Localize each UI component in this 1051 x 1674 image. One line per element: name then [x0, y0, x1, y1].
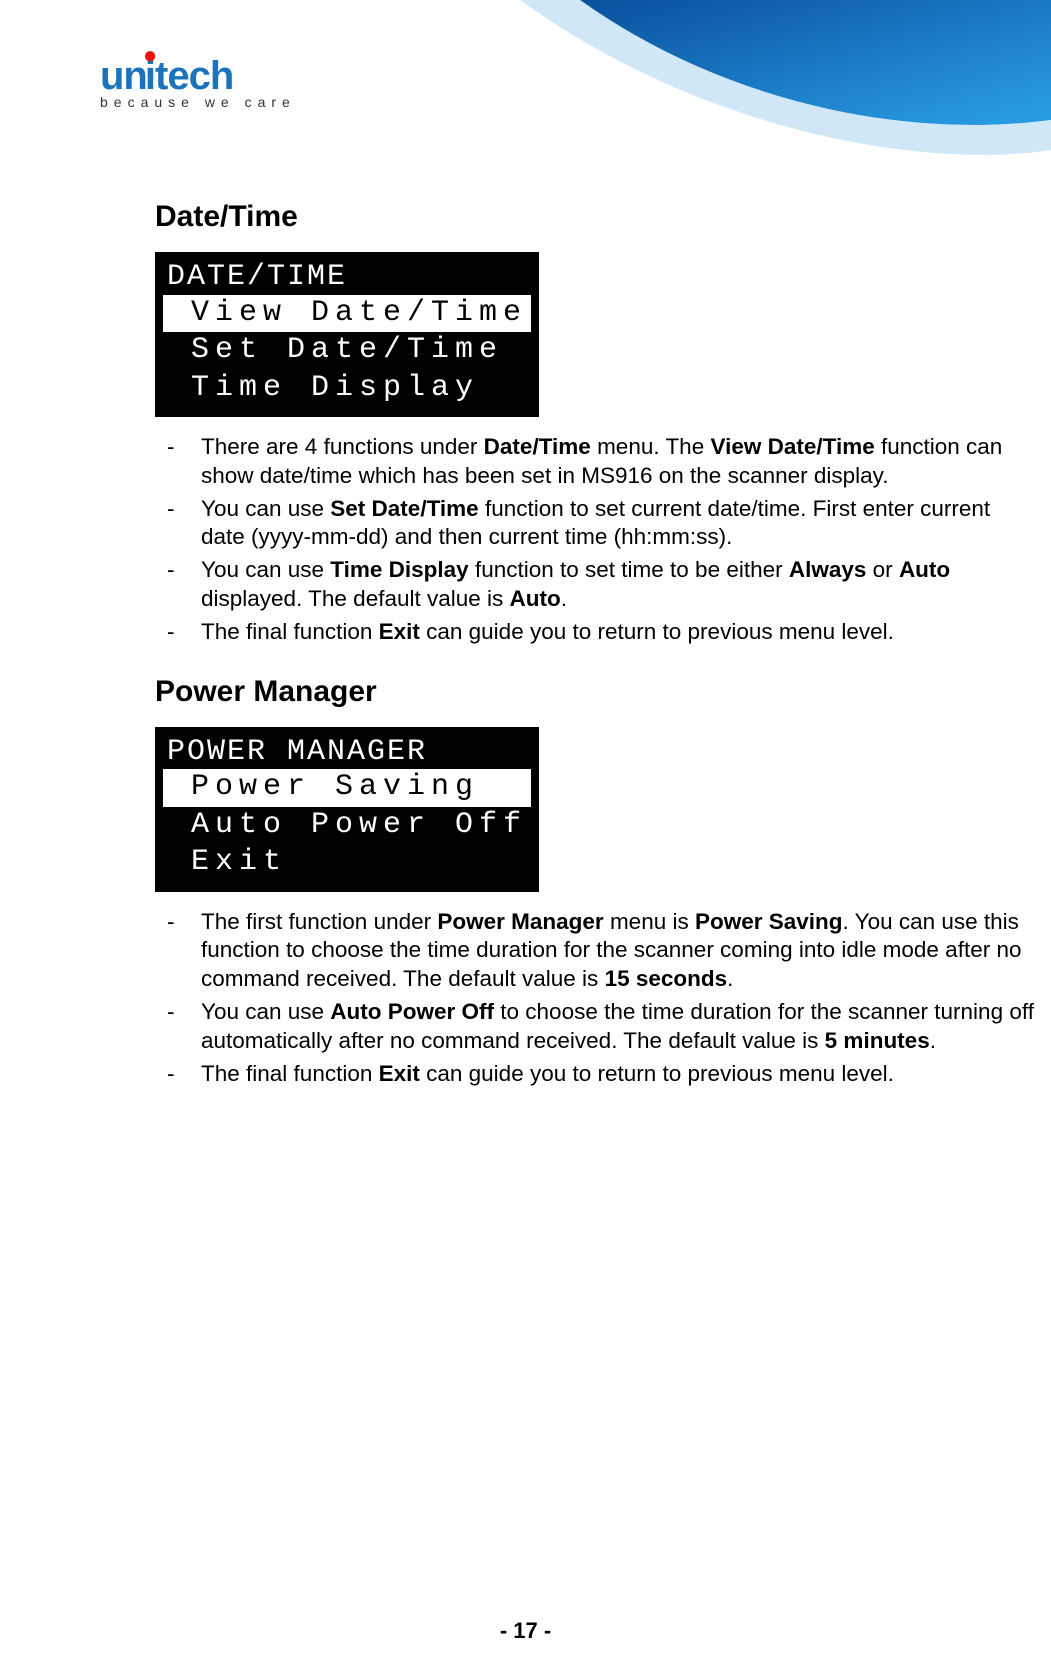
section-heading-power: Power Manager: [155, 675, 1035, 709]
bold-text: Set Date/Time: [330, 496, 478, 521]
body-text: You can use: [201, 557, 330, 582]
bold-text: Power Saving: [695, 909, 843, 934]
bold-text: 15 seconds: [605, 966, 728, 991]
list-item: The final function Exit can guide you to…: [155, 618, 1035, 647]
list-item: There are 4 functions under Date/Time me…: [155, 433, 1035, 491]
lcd-row: Auto Power Off: [167, 807, 527, 845]
body-text: displayed. The default value is: [201, 586, 510, 611]
lcd-row: Set Date/Time: [167, 332, 527, 370]
bullet-list-power: The first function under Power Manager m…: [155, 908, 1035, 1089]
list-item: You can use Set Date/Time function to se…: [155, 495, 1035, 553]
bold-text: Exit: [379, 619, 420, 644]
logo-wordmark: un●itech: [100, 56, 296, 96]
bold-text: Exit: [379, 1061, 420, 1086]
page-number: - 17 -: [0, 1618, 1051, 1644]
logo: un●itech because we care: [100, 56, 296, 110]
lcd-title: DATE/TIME: [167, 260, 527, 295]
logo-tagline: because we care: [100, 94, 296, 110]
list-item: You can use Auto Power Off to choose the…: [155, 998, 1035, 1056]
bold-text: Auto Power Off: [330, 999, 494, 1024]
list-item: You can use Time Display function to set…: [155, 556, 1035, 614]
body-text: .: [930, 1028, 936, 1053]
body-text: The final function: [201, 1061, 379, 1086]
body-text: .: [727, 966, 733, 991]
lcd-title: POWER MANAGER: [167, 735, 527, 770]
body-text: There are 4 functions under: [201, 434, 484, 459]
logo-prefix: un: [100, 54, 147, 98]
lcd-row: Exit: [167, 844, 527, 882]
body-text: or: [866, 557, 899, 582]
body-text: You can use: [201, 999, 330, 1024]
body-text: The final function: [201, 619, 379, 644]
bold-text: Always: [789, 557, 867, 582]
body-text: function to set time to be either: [469, 557, 789, 582]
lcd-datetime: DATE/TIME View Date/Time Set Date/Time T…: [155, 252, 539, 417]
body-text: menu is: [604, 909, 695, 934]
bullet-list-datetime: There are 4 functions under Date/Time me…: [155, 433, 1035, 647]
bold-text: Time Display: [330, 557, 468, 582]
body-text: .: [561, 586, 567, 611]
lcd-power: POWER MANAGER Power Saving Auto Power Of…: [155, 727, 539, 892]
bold-text: Auto: [510, 586, 561, 611]
section-heading-datetime: Date/Time: [155, 200, 1035, 234]
lcd-row: View Date/Time: [163, 295, 531, 333]
body-text: The first function under: [201, 909, 437, 934]
list-item: The final function Exit can guide you to…: [155, 1060, 1035, 1089]
bold-text: Power Manager: [437, 909, 603, 934]
body-text: can guide you to return to previous menu…: [420, 1061, 894, 1086]
lcd-row: Power Saving: [163, 769, 531, 807]
bold-text: Auto: [899, 557, 950, 582]
bold-text: View Date/Time: [710, 434, 874, 459]
logo-suffix: tech: [155, 54, 233, 98]
body-text: menu. The: [591, 434, 711, 459]
lcd-row: Time Display: [167, 370, 527, 408]
bold-text: Date/Time: [484, 434, 591, 459]
list-item: The first function under Power Manager m…: [155, 908, 1035, 994]
body-text: You can use: [201, 496, 330, 521]
body-text: can guide you to return to previous menu…: [420, 619, 894, 644]
bold-text: 5 minutes: [825, 1028, 930, 1053]
